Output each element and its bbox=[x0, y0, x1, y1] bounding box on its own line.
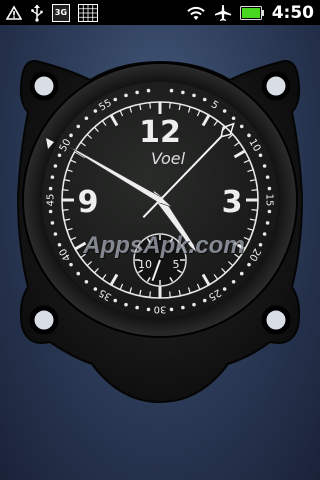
bezel-dot bbox=[267, 186, 272, 191]
usb-icon[interactable] bbox=[30, 0, 44, 25]
brand-logo: Voel bbox=[151, 149, 186, 168]
bezel-dot bbox=[169, 307, 174, 312]
bezel-dot bbox=[239, 271, 244, 276]
bezel-dot bbox=[247, 133, 251, 138]
bezel-dot bbox=[53, 232, 58, 236]
bezel-dot bbox=[265, 221, 270, 225]
numeral-12: 12 bbox=[139, 115, 181, 150]
status-bar: 3G 4:50 bbox=[0, 0, 320, 25]
bezel-dot bbox=[113, 298, 118, 303]
bezel-dot bbox=[202, 298, 207, 303]
bezel-dot bbox=[57, 153, 62, 158]
bezel-dot bbox=[222, 287, 227, 291]
numeral-9: 9 bbox=[78, 185, 99, 220]
bezel-dot bbox=[247, 262, 251, 267]
bezel-dot bbox=[135, 90, 139, 95]
bezel-dot bbox=[93, 109, 98, 113]
battery-icon bbox=[239, 0, 264, 25]
bezel-dot bbox=[239, 124, 244, 129]
airplane-icon bbox=[214, 0, 232, 25]
grid-icon[interactable] bbox=[78, 0, 98, 25]
watermark-text: AppsApk.com bbox=[83, 232, 245, 259]
3g-icon[interactable]: 3G bbox=[52, 0, 70, 25]
bezel-dot bbox=[50, 175, 55, 179]
bezel-dot bbox=[231, 279, 236, 284]
bezel-dot bbox=[231, 116, 236, 121]
status-time: 4:50 bbox=[271, 2, 314, 23]
tick-mark bbox=[251, 189, 258, 191]
minute-label: 30 bbox=[154, 304, 167, 315]
bezel-dot bbox=[50, 221, 55, 225]
bezel-dot bbox=[192, 93, 196, 98]
bezel-dot bbox=[113, 97, 118, 102]
bezel-dot bbox=[57, 242, 62, 247]
numeral-3: 3 bbox=[222, 185, 243, 220]
center-pin bbox=[157, 197, 163, 203]
bezel-dot bbox=[181, 90, 185, 95]
bezel-dot bbox=[135, 305, 139, 310]
tick-mark bbox=[169, 102, 171, 109]
tick-mark bbox=[149, 102, 151, 109]
bezel-dot bbox=[53, 164, 58, 168]
bezel-dot bbox=[146, 88, 151, 93]
network-type-label: 3G bbox=[55, 8, 67, 17]
bezel-dot bbox=[169, 88, 174, 93]
bezel-dot bbox=[124, 93, 128, 98]
system-icons: 4:50 bbox=[186, 0, 314, 25]
bezel-dot bbox=[202, 97, 207, 102]
bezel-dot bbox=[69, 133, 73, 138]
wifi-icon bbox=[186, 0, 206, 25]
minute-label: 45 bbox=[46, 194, 57, 207]
bezel-dot bbox=[265, 175, 270, 179]
bezel-dot bbox=[84, 116, 89, 121]
bezel-dot bbox=[124, 302, 128, 307]
warning-icon[interactable] bbox=[6, 0, 22, 25]
bezel-dot bbox=[267, 209, 272, 214]
bezel-dot bbox=[84, 279, 89, 284]
bezel-dot bbox=[69, 262, 73, 267]
tick-mark bbox=[62, 189, 69, 191]
bezel-dot bbox=[146, 307, 151, 312]
tick-mark bbox=[169, 291, 171, 298]
notification-icons: 3G bbox=[6, 0, 98, 25]
bezel-dot bbox=[181, 305, 185, 310]
bezel-dot bbox=[76, 271, 81, 276]
bezel-dot bbox=[48, 186, 53, 191]
bezel-dot bbox=[258, 153, 263, 158]
minute-label: 15 bbox=[264, 194, 275, 207]
tick-mark bbox=[251, 209, 258, 211]
bezel-dot bbox=[76, 124, 81, 129]
bezel-dot bbox=[222, 109, 227, 113]
bezel-dot bbox=[192, 302, 196, 307]
bezel-dot bbox=[93, 287, 98, 291]
tick-mark bbox=[62, 209, 69, 211]
bezel-dot bbox=[262, 164, 267, 168]
bezel-dot bbox=[48, 209, 53, 214]
tick-mark bbox=[149, 291, 151, 298]
